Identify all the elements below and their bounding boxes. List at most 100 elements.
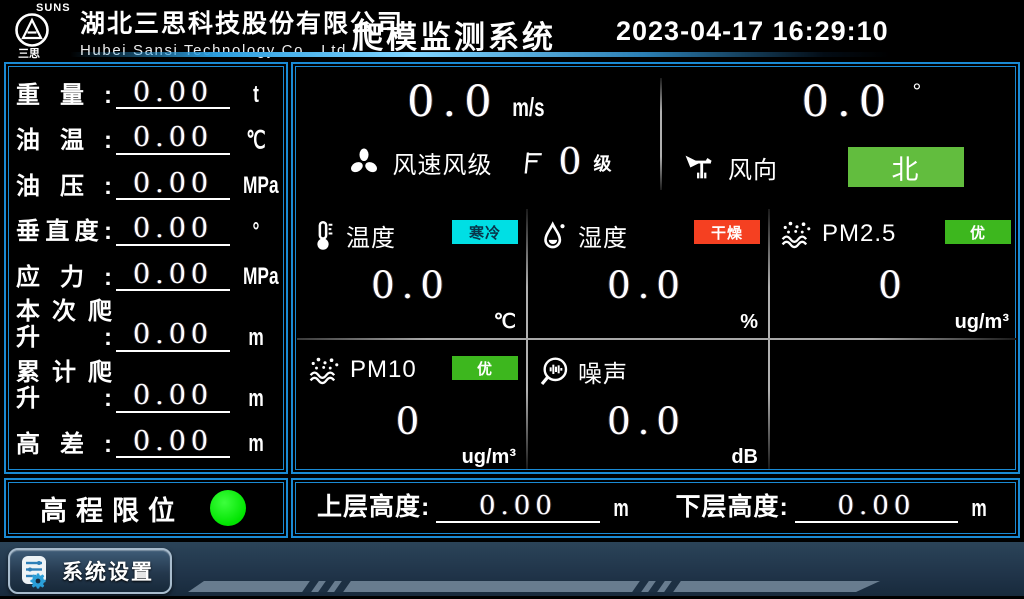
cell-empty — [768, 338, 1019, 473]
status-badge-good: 优 — [452, 356, 518, 380]
row-current-climb: 本次爬升: 0.00 m — [16, 299, 274, 360]
cell-unit: dB — [731, 446, 758, 469]
lower-height-unit: m — [968, 495, 990, 523]
wind-speed-unit: m/s — [512, 92, 544, 123]
wind-grade-value: 0 — [559, 142, 582, 183]
row-oil-temp: 油 温 : 0.00 ℃ — [16, 117, 274, 162]
row-label: 累计爬升: — [16, 360, 112, 413]
stripe-gap — [333, 580, 351, 593]
row-label: 油 压 : — [16, 174, 112, 200]
wind-direction-unit: ° — [913, 79, 922, 104]
header-divider — [70, 52, 890, 57]
footer-bar: 系统设置 — [0, 542, 1024, 599]
wind-direction-cell: 0.0 ° 风向 北 — [664, 67, 1019, 202]
wind-speed-cell: 0.0 m/s 风速风级 — [296, 67, 662, 202]
row-unit: m — [243, 385, 269, 413]
cell-value: 0 — [296, 400, 526, 443]
cell-value: 0.0 — [296, 264, 526, 307]
cell-unit: ug/m³ — [462, 446, 516, 469]
cell-value: 0.0 — [526, 264, 768, 307]
system-settings-button[interactable]: 系统设置 — [8, 548, 172, 594]
row-label: 垂直度: — [16, 219, 112, 245]
row-weight: 重 量 : 0.00 t — [16, 72, 274, 117]
noise-icon — [538, 356, 570, 388]
cell-pm10: PM10 优 0 ug/m³ — [296, 338, 526, 473]
row-unit: t — [243, 81, 269, 109]
stripe-gap — [647, 580, 665, 593]
row-value: 0.00 — [116, 382, 230, 412]
row-unit: m — [243, 430, 269, 458]
cell-label: PM2.5 — [822, 220, 896, 248]
cell-value: 0.0 — [526, 400, 768, 443]
droplet-icon — [538, 219, 570, 253]
cell-pm25: PM2.5 优 0 ug/m³ — [768, 202, 1019, 338]
row-value: 0.00 — [116, 124, 230, 154]
row-unit: MPa — [243, 172, 269, 200]
row-value: 0.00 — [116, 170, 230, 200]
upper-height-unit: m — [610, 495, 632, 523]
wind-speed-label: 风速风级 — [393, 145, 493, 180]
cell-value: 0 — [768, 264, 1019, 307]
row-oil-pressure: 油 压 : 0.00 MPa — [16, 163, 274, 208]
datetime-display: 2023-04-17 16:29:10 — [616, 16, 889, 47]
limit-status-indicator — [210, 490, 246, 526]
row-value: 0.00 — [116, 79, 230, 109]
upper-height-group: 上层高度: 0.00 m — [317, 487, 636, 529]
row-value: 0.00 — [116, 215, 230, 245]
cell-label: 湿度 — [578, 218, 628, 253]
row-verticality: 垂直度: 0.00 ° — [16, 208, 274, 253]
stripe-gap — [317, 580, 335, 593]
compass-direction-badge: 北 — [848, 147, 964, 187]
cell-label: PM10 — [350, 356, 417, 384]
wind-grade-icon — [519, 149, 547, 177]
row-unit: m — [243, 324, 269, 352]
sansi-logo-icon — [14, 12, 50, 48]
fan-icon — [347, 146, 381, 180]
cell-noise: 噪声 0.0 dB — [526, 338, 768, 473]
divider — [660, 78, 662, 190]
settings-button-label: 系统设置 — [62, 556, 154, 586]
row-label: 重 量 : — [16, 83, 112, 109]
dust-icon — [308, 354, 342, 386]
app-screen: SUNS 三思 湖北三思科技股份有限公司 Hubei Sansi Technol… — [0, 0, 1024, 599]
row-unit: ℃ — [243, 126, 269, 155]
row-value: 0.00 — [116, 428, 230, 458]
row-unit: ° — [243, 218, 269, 246]
upper-height-value: 0.00 — [436, 491, 599, 523]
environment-panel: 0.0 m/s 风速风级 — [291, 62, 1020, 474]
wind-grade-unit: 级 — [593, 150, 611, 176]
cell-temperature: 温度 寒冷 0.0 ℃ — [296, 202, 526, 338]
lower-height-group: 下层高度: 0.00 m — [676, 487, 995, 529]
settings-sliders-gear-icon — [18, 553, 54, 589]
status-badge-good: 优 — [945, 220, 1011, 244]
status-badge-cold: 寒冷 — [452, 220, 518, 244]
cell-label: 噪声 — [578, 354, 628, 389]
lower-height-label: 下层高度: — [676, 487, 789, 523]
status-badge-dry: 干燥 — [694, 220, 760, 244]
wind-vane-icon — [684, 150, 718, 184]
header: SUNS 三思 湖北三思科技股份有限公司 Hubei Sansi Technol… — [0, 0, 1024, 60]
cell-unit: ug/m³ — [955, 311, 1009, 334]
row-total-climb: 累计爬升: 0.00 m — [16, 360, 274, 421]
stripe-gap — [631, 580, 649, 593]
wind-speed-value: 0.0 — [407, 77, 499, 127]
logo-cn-text: 三思 — [18, 45, 40, 61]
wind-section: 0.0 m/s 风速风级 — [296, 67, 1019, 202]
row-label: 油 温 : — [16, 128, 112, 154]
dust-icon — [780, 218, 814, 250]
footer-stripe — [188, 581, 880, 592]
company-logo: SUNS 三思 — [8, 1, 76, 59]
elevation-limit-panel: 高程限位 — [4, 478, 288, 538]
lower-height-value: 0.00 — [795, 491, 958, 523]
row-value: 0.00 — [116, 321, 230, 351]
row-label: 本次爬升: — [16, 299, 112, 352]
upper-height-label: 上层高度: — [317, 487, 430, 523]
measurement-panel: 重 量 : 0.00 t 油 温 : 0.00 ℃ 油 压 : 0.00 MPa… — [4, 62, 288, 474]
divider — [297, 338, 1016, 340]
row-height-diff: 高 差 : 0.00 m — [16, 421, 274, 466]
elevation-limit-label: 高程限位 — [40, 489, 184, 528]
row-unit: MPa — [243, 263, 269, 291]
stripe-gap — [301, 580, 319, 593]
cell-humidity: 湿度 干燥 0.0 % — [526, 202, 768, 338]
row-label: 应 力 : — [16, 265, 112, 291]
